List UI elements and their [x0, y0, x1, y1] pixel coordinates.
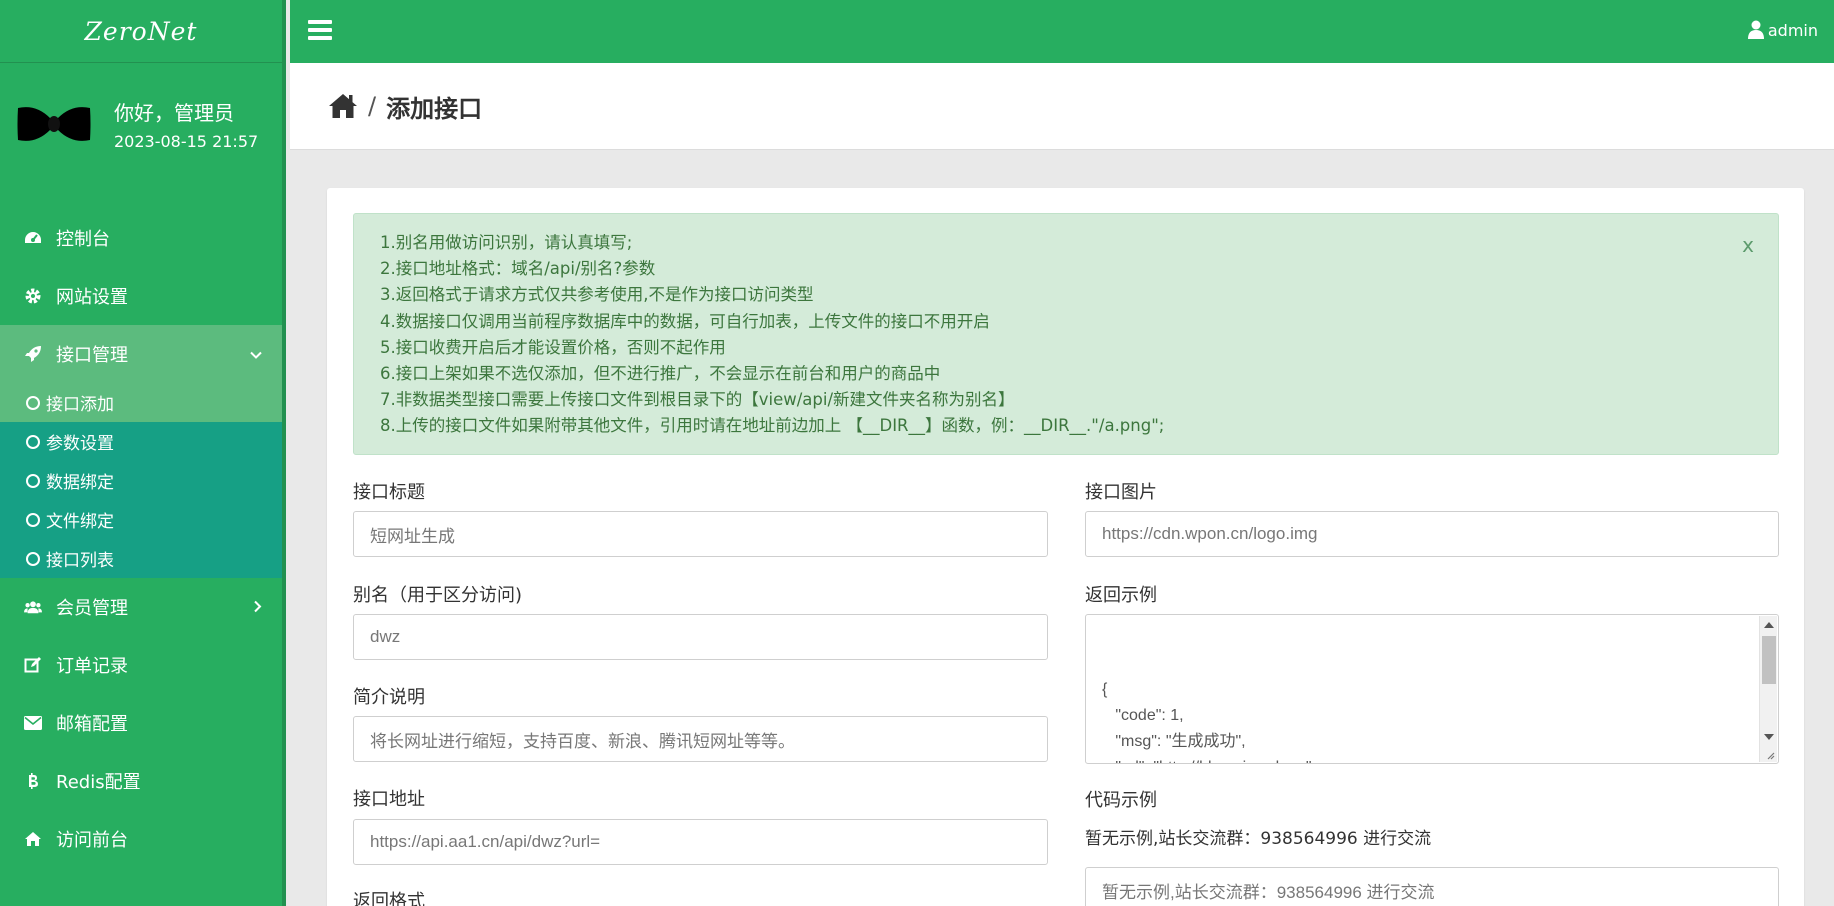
notice-line: 8.上传的接口文件如果附带其他文件，引用时请在地址前边加上 【__DIR__】函… [380, 416, 1165, 436]
rocket-icon [24, 345, 42, 363]
notice-alert: 1.别名用做访问识别，请认真填写; 2.接口地址格式：域名/api/别名?参数 … [353, 213, 1779, 455]
content-card: 1.别名用做访问识别，请认真填写; 2.接口地址格式：域名/api/别名?参数 … [327, 188, 1804, 906]
sidebar-item-label: 访问前台 [56, 830, 128, 851]
bitcoin-icon [24, 772, 42, 790]
notice-line: 6.接口上架如果不选仅添加，但不进行推广，不会显示在前台和用户的商品中 [380, 364, 941, 384]
alias-label: 别名（用于区分访问) [353, 585, 523, 606]
gear-icon [24, 287, 42, 305]
circle-icon [26, 473, 40, 488]
notice-line: 2.接口地址格式：域名/api/别名?参数 [380, 259, 656, 279]
chevron-down-icon [250, 345, 262, 364]
submenu-item-label: 数据绑定 [46, 473, 114, 493]
submenu-item-params[interactable]: 参数设置 [0, 422, 282, 461]
user-panel: 你好，管理员 2023-08-15 21:57 [0, 63, 282, 185]
submenu-item-label: 接口列表 [46, 551, 114, 571]
notice-line: 1.别名用做访问识别，请认真填写; [380, 233, 633, 252]
notice-line: 5.接口收费开启后才能设置价格，否则不起作用 [380, 337, 726, 357]
scrollbar[interactable] [1759, 616, 1777, 762]
sidebar: ZeroNet 你好，管理员 2023-08-15 21:57 控制台 网站设置 [0, 0, 286, 906]
title-label: 接口标题 [353, 482, 425, 503]
title-input[interactable]: 短网址生成 [353, 511, 1048, 557]
return-example-text: { "code": 1, "msg": "生成成功", "url": "http… [1102, 681, 1316, 763]
avatar [17, 107, 91, 141]
circle-icon [26, 395, 40, 410]
scroll-up-icon[interactable] [1764, 622, 1774, 628]
format-label: 返回格式 [353, 891, 425, 906]
menu-toggle-icon[interactable] [308, 20, 332, 40]
submenu-item-label: 文件绑定 [46, 512, 114, 532]
sidebar-item-site-settings[interactable]: 网站设置 [0, 267, 282, 325]
submenu-item-label: 参数设置 [46, 434, 114, 454]
notice-line: 7.非数据类型接口需要上传接口文件到根目录下的【view/api/新建文件夹名称… [380, 390, 1015, 410]
resize-handle-icon[interactable] [1765, 750, 1775, 760]
sidebar-item-label: Redis配置 [56, 772, 141, 793]
user-name: admin [1767, 20, 1818, 40]
code-input[interactable]: 暂无示例,站长交流群：938564996 进行交流 [1085, 867, 1779, 906]
code-label: 代码示例 [1085, 790, 1157, 811]
desc-input[interactable]: 将长网址进行缩短，支持百度、新浪、腾讯短网址等等。 [353, 716, 1048, 762]
breadcrumb-separator: / [368, 92, 377, 120]
submenu-item-api-add[interactable]: 接口添加 [0, 383, 282, 422]
sidebar-item-orders[interactable]: 订单记录 [0, 636, 282, 694]
page-title: 添加接口 [386, 94, 483, 123]
desc-label: 简介说明 [353, 687, 425, 708]
return-example-textarea[interactable]: { "code": 1, "msg": "生成成功", "url": "http… [1085, 614, 1779, 764]
sidebar-item-label: 网站设置 [56, 287, 128, 308]
user-icon [1747, 20, 1764, 39]
scroll-thumb[interactable] [1762, 636, 1776, 684]
chevron-right-icon [254, 598, 262, 617]
sidebar-item-api-management[interactable]: 接口管理 [0, 325, 282, 383]
envelope-icon [24, 714, 42, 732]
submenu-item-data-binding[interactable]: 数据绑定 [0, 461, 282, 500]
example-label: 返回示例 [1085, 585, 1157, 606]
sidebar-item-label: 订单记录 [56, 656, 128, 677]
sidebar-item-members[interactable]: 会员管理 [0, 578, 282, 636]
alias-input[interactable]: dwz [353, 614, 1048, 660]
user-greeting: 你好，管理员 [114, 101, 234, 125]
image-label: 接口图片 [1085, 482, 1157, 503]
close-alert-button[interactable]: x [1742, 232, 1754, 258]
url-input[interactable]: https://api.aa1.cn/api/dwz?url= [353, 819, 1048, 865]
api-submenu: 接口添加 参数设置 数据绑定 文件绑定 接口列表 [0, 383, 282, 578]
home-icon[interactable] [328, 93, 358, 119]
users-icon [24, 598, 42, 616]
sidebar-item-redis[interactable]: Redis配置 [0, 752, 282, 810]
submenu-item-file-binding[interactable]: 文件绑定 [0, 500, 282, 539]
sidebar-item-label: 接口管理 [56, 345, 128, 366]
edit-icon [24, 656, 42, 674]
code-note: 暂无示例,站长交流群：938564996 进行交流 [1085, 829, 1432, 849]
dashboard-icon [24, 229, 42, 247]
notice-line: 4.数据接口仅调用当前程序数据库中的数据，可自行加表，上传文件的接口不用开启 [380, 311, 990, 331]
sidebar-menu: 控制台 网站设置 接口管理 接口添加 参数设置 数据绑定 文件绑定 接口列表 会… [0, 209, 282, 868]
login-time: 2023-08-15 21:57 [114, 132, 259, 151]
circle-icon [26, 512, 40, 527]
sidebar-item-label: 控制台 [56, 229, 110, 250]
scroll-down-icon[interactable] [1764, 734, 1774, 740]
home-icon [24, 830, 42, 848]
image-input[interactable]: https://cdn.wpon.cn/logo.img [1085, 511, 1779, 557]
sidebar-item-label: 邮箱配置 [56, 714, 128, 735]
notice-line: 3.返回格式于请求方式仅共参考使用,不是作为接口访问类型 [380, 285, 814, 305]
top-header: admin [290, 0, 1834, 63]
sidebar-item-frontend[interactable]: 访问前台 [0, 810, 282, 868]
user-menu[interactable]: admin [1747, 20, 1818, 40]
submenu-item-label: 接口添加 [46, 395, 114, 415]
sidebar-item-label: 会员管理 [56, 598, 128, 619]
url-label: 接口地址 [353, 789, 425, 810]
circle-icon [26, 551, 40, 566]
brand-logo[interactable]: ZeroNet [0, 0, 282, 63]
submenu-item-api-list[interactable]: 接口列表 [0, 539, 282, 578]
sidebar-item-dashboard[interactable]: 控制台 [0, 209, 282, 267]
circle-icon [26, 434, 40, 449]
breadcrumb: / 添加接口 [290, 63, 1834, 150]
sidebar-item-email[interactable]: 邮箱配置 [0, 694, 282, 752]
